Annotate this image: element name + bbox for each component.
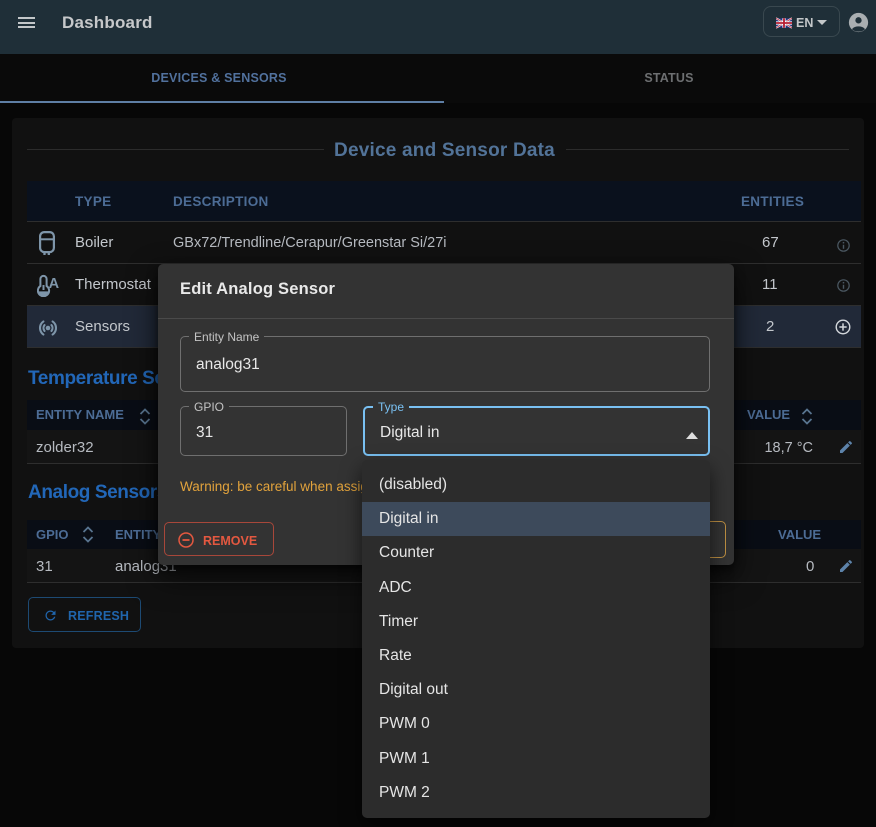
svg-text:A: A — [49, 276, 59, 292]
